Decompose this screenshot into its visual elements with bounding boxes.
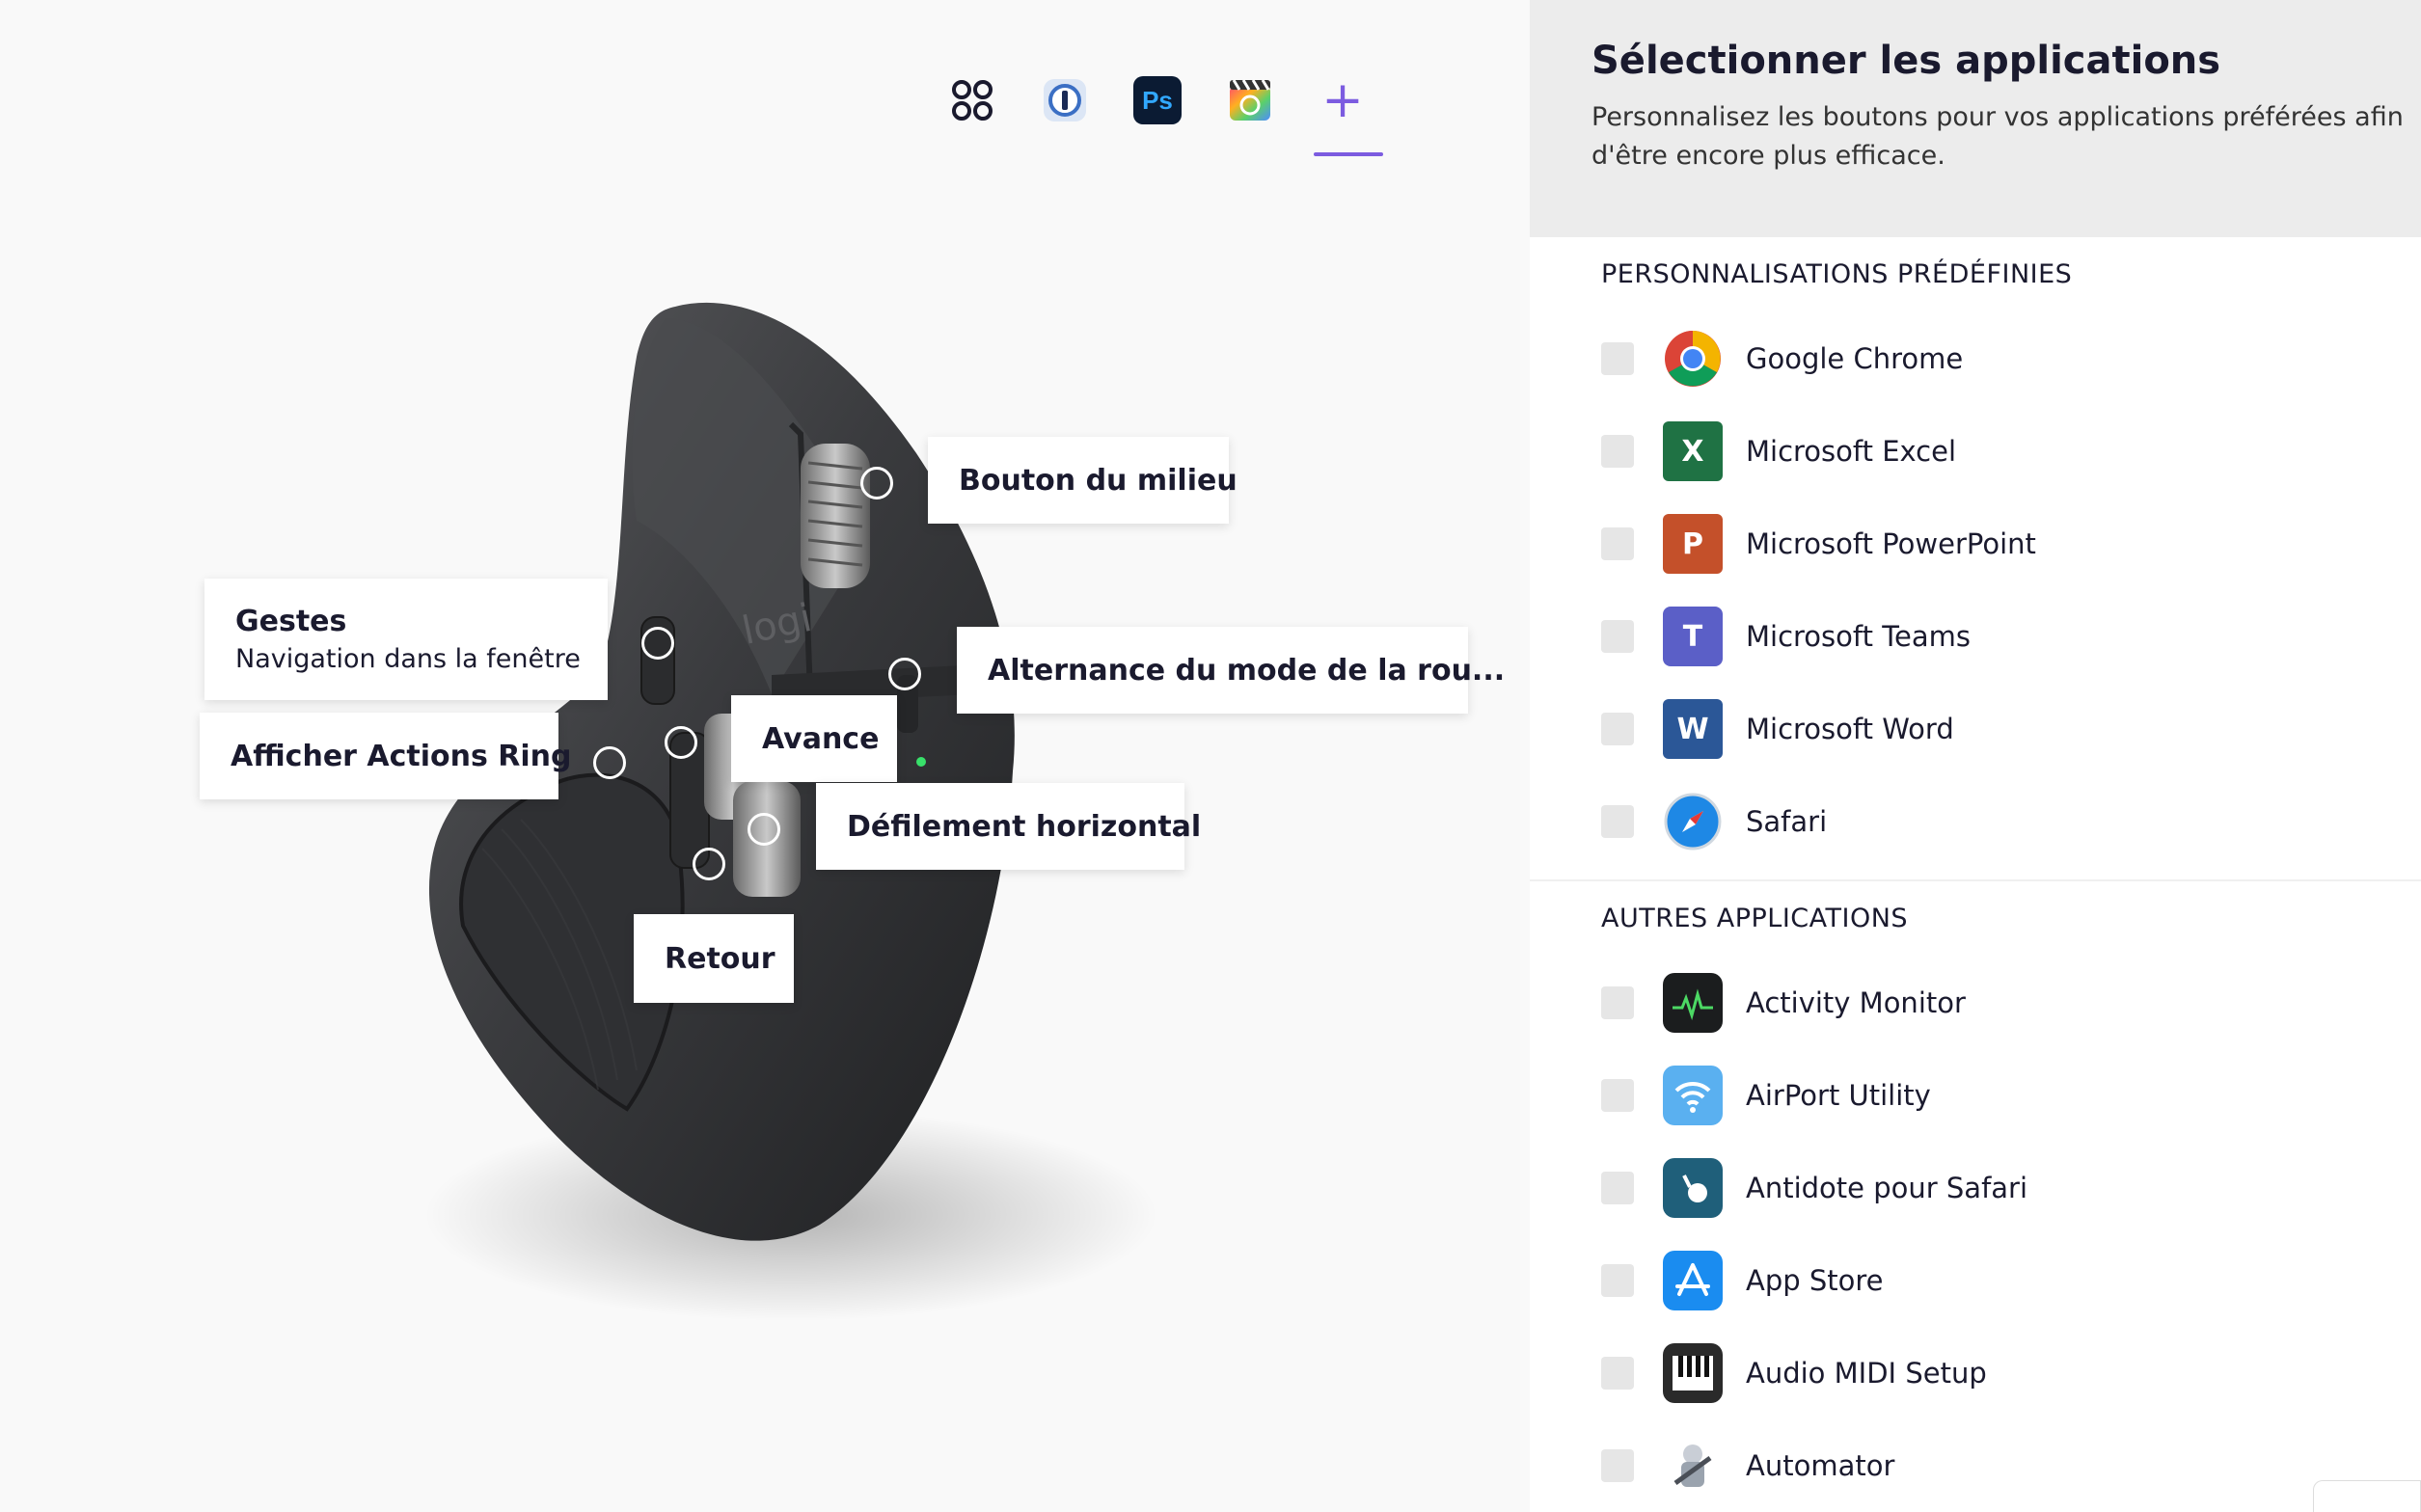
app-checkbox[interactable] — [1601, 342, 1634, 375]
app-checkbox[interactable] — [1601, 620, 1634, 653]
app-label: Automator — [1746, 1449, 1895, 1482]
audio-midi-icon — [1663, 1343, 1723, 1403]
hotspot-gestures[interactable] — [641, 627, 674, 660]
chrome-icon — [1663, 329, 1723, 389]
callout-forward[interactable]: Avance — [731, 695, 897, 782]
app-checkbox[interactable] — [1601, 986, 1634, 1019]
other-apps-header: AUTRES APPLICATIONS — [1601, 904, 1909, 933]
powerpoint-icon: P — [1663, 514, 1723, 574]
app-checkbox[interactable] — [1601, 1079, 1634, 1112]
app-label: Microsoft Excel — [1746, 435, 1957, 468]
hotspot-back[interactable] — [693, 848, 725, 880]
panel-title: Sélectionner les applications — [1591, 39, 2221, 83]
app-row-google-chrome[interactable]: Google Chrome — [1601, 312, 2421, 405]
callout-middle-button[interactable]: Bouton du milieu — [928, 437, 1238, 524]
app-checkbox[interactable] — [1601, 1172, 1634, 1204]
app-checkbox[interactable] — [1601, 1357, 1634, 1390]
app-row-automator[interactable]: Automator — [1601, 1419, 2421, 1512]
hotspot-horizontal-scroll[interactable] — [748, 813, 780, 846]
app-label: Antidote pour Safari — [1746, 1172, 2028, 1204]
app-store-icon — [1663, 1251, 1723, 1310]
app-row-microsoft-teams[interactable]: T Microsoft Teams — [1601, 590, 2421, 683]
app-row-safari[interactable]: Safari — [1601, 775, 2421, 868]
app-row-microsoft-excel[interactable]: X Microsoft Excel — [1601, 405, 2421, 498]
airport-utility-icon — [1663, 1066, 1723, 1125]
callout-scroll-mode[interactable]: Alternance du mode de la rou... — [957, 627, 1505, 714]
app-label: Activity Monitor — [1746, 986, 1966, 1019]
app-label: Microsoft Teams — [1746, 620, 1971, 653]
teams-icon: T — [1663, 607, 1723, 666]
app-label: App Store — [1746, 1264, 1884, 1297]
app-row-activity-monitor[interactable]: Activity Monitor — [1601, 957, 2421, 1049]
hotspot-middle-button[interactable] — [860, 467, 893, 500]
app-label: Microsoft Word — [1746, 713, 1954, 745]
hotspot-scroll-mode[interactable] — [888, 658, 921, 690]
callout-back[interactable]: Retour — [634, 914, 794, 1003]
app-checkbox[interactable] — [1601, 805, 1634, 838]
panel-header: Sélectionner les applications Personnali… — [1530, 0, 2421, 237]
activity-monitor-icon — [1663, 973, 1723, 1033]
app-label: AirPort Utility — [1746, 1079, 1931, 1112]
safari-icon — [1663, 792, 1723, 851]
app-checkbox[interactable] — [1601, 1449, 1634, 1482]
app-checkbox[interactable] — [1601, 713, 1634, 745]
word-icon: W — [1663, 699, 1723, 759]
automator-icon — [1663, 1436, 1723, 1496]
other-apps-section: AUTRES APPLICATIONS Activity Monitor Air… — [1530, 881, 2421, 1512]
app-checkbox[interactable] — [1601, 1264, 1634, 1297]
app-row-microsoft-powerpoint[interactable]: P Microsoft PowerPoint — [1601, 498, 2421, 590]
app-label: Microsoft PowerPoint — [1746, 527, 2036, 560]
callout-horizontal-scroll[interactable]: Défilement horizontal — [816, 783, 1201, 870]
hotspot-forward[interactable] — [665, 726, 697, 759]
app-row-app-store[interactable]: App Store — [1601, 1234, 2421, 1327]
antidote-icon — [1663, 1158, 1723, 1218]
hotspot-actions-ring[interactable] — [593, 746, 626, 779]
app-row-audio-midi-setup[interactable]: Audio MIDI Setup — [1601, 1327, 2421, 1419]
app-selection-panel: Sélectionner les applications Personnali… — [1530, 0, 2421, 1512]
panel-description: Personnalisez les boutons pour vos appli… — [1591, 102, 2404, 171]
app-checkbox[interactable] — [1601, 527, 1634, 560]
excel-icon: X — [1663, 421, 1723, 481]
app-label: Audio MIDI Setup — [1746, 1357, 1987, 1390]
app-row-microsoft-word[interactable]: W Microsoft Word — [1601, 683, 2421, 775]
predefined-section: PERSONNALISATIONS PRÉDÉFINIES Google Chr… — [1530, 237, 2421, 868]
app-checkbox[interactable] — [1601, 435, 1634, 468]
app-label: Google Chrome — [1746, 342, 1964, 375]
help-button[interactable] — [2313, 1480, 2421, 1512]
callout-gestures[interactable]: Gestes Navigation dans la fenêtre — [204, 579, 608, 700]
app-row-airport-utility[interactable]: AirPort Utility — [1601, 1049, 2421, 1142]
predefined-header: PERSONNALISATIONS PRÉDÉFINIES — [1601, 259, 2073, 289]
callout-actions-ring[interactable]: Afficher Actions Ring — [200, 713, 572, 799]
app-row-antidote[interactable]: Antidote pour Safari — [1601, 1142, 2421, 1234]
device-view: Ps + logi Bouton du milieu Gestes Naviga… — [0, 0, 1530, 1512]
app-label: Safari — [1746, 805, 1828, 838]
